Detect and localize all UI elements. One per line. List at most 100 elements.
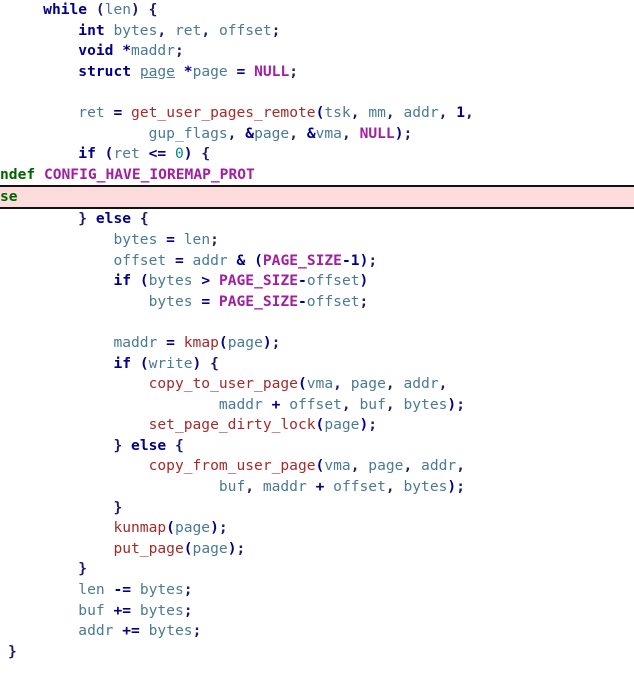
identifier-token: ret: [78, 103, 105, 121]
code-line[interactable]: ndef CONFIG_HAVE_IOREMAP_PROT: [0, 165, 634, 186]
punctuation-token: (: [139, 272, 149, 290]
code-line[interactable]: offset = addr & (PAGE_SIZE-1);: [0, 251, 634, 272]
macro-token: NULL: [359, 124, 395, 142]
operator-token: =: [201, 292, 211, 310]
code-line[interactable]: copy_from_user_page(vma, page, addr,: [0, 456, 634, 477]
identifier-token: maddr: [262, 478, 307, 496]
identifier-token: ret: [174, 21, 202, 39]
code-line[interactable]: put_page(page);: [0, 539, 634, 560]
operator-token: &: [306, 124, 316, 142]
code-line[interactable]: gup_flags, &page, &vma, NULL);: [0, 124, 634, 145]
punctuation-token: {: [174, 436, 184, 454]
punctuation-token: ,: [333, 375, 342, 393]
punctuation-token: ,: [289, 124, 299, 142]
punctuation-token: ,: [350, 103, 360, 121]
code-line[interactable]: } else {: [0, 209, 634, 230]
code-line[interactable]: [0, 312, 634, 333]
code-line[interactable]: addr += bytes;: [0, 621, 634, 642]
identifier-token: buf: [78, 601, 105, 619]
code-line[interactable]: copy_to_user_page(vma, page, addr,: [0, 374, 634, 395]
code-line[interactable]: void *maddr;: [0, 41, 634, 62]
code-line[interactable]: [0, 82, 634, 103]
code-line[interactable]: maddr + offset, buf, bytes);: [0, 395, 634, 416]
punctuation-token: }: [8, 642, 17, 660]
identifier-token: maddr: [218, 395, 263, 413]
identifier-token: ret: [113, 145, 140, 163]
code-line[interactable]: if (ret <= 0) {: [0, 144, 634, 165]
keyword-token: void: [78, 42, 114, 60]
punctuation-token: }: [113, 498, 123, 516]
code-line[interactable]: } else {: [0, 436, 634, 457]
punctuation-token: ,: [201, 21, 211, 39]
punctuation-token: ;: [368, 251, 378, 269]
identifier-token: page: [350, 375, 386, 393]
code-line[interactable]: buf += bytes;: [0, 601, 634, 622]
operator-token: -=: [113, 581, 132, 599]
code-line[interactable]: }: [0, 498, 634, 519]
operator-token: =: [166, 230, 175, 248]
keyword-token: else: [95, 210, 132, 228]
identifier-token: mm: [368, 103, 386, 121]
punctuation-token: ;: [271, 333, 281, 351]
punctuation-token: ,: [456, 457, 465, 475]
code-line-highlighted[interactable]: se: [0, 185, 634, 210]
code-line[interactable]: bytes = len;: [0, 230, 634, 251]
punctuation-token: ;: [192, 622, 202, 640]
code-line[interactable]: if (write) {: [0, 354, 634, 375]
identifier-token: bytes: [148, 272, 193, 290]
code-line[interactable]: kunmap(page);: [0, 518, 634, 539]
punctuation-token: }: [78, 210, 88, 228]
code-line[interactable]: while (len) {: [0, 0, 634, 21]
identifier-token: page: [227, 333, 263, 351]
code-line[interactable]: ret = get_user_pages_remote(tsk, mm, add…: [0, 103, 634, 124]
punctuation-token: }: [113, 436, 123, 454]
punctuation-token: ;: [368, 416, 378, 434]
code-line[interactable]: int bytes, ret, offset;: [0, 21, 634, 42]
punctuation-token: ;: [183, 581, 193, 599]
operator-token: >: [201, 272, 211, 290]
macro-token: PAGE_SIZE: [218, 272, 299, 290]
operator-token: *: [183, 62, 193, 80]
punctuation-token: ): [183, 145, 193, 163]
code-line[interactable]: }: [0, 642, 634, 663]
code-line[interactable]: }: [0, 559, 634, 580]
punctuation-token: ,: [438, 375, 448, 393]
code-line[interactable]: maddr = kmap(page);: [0, 333, 634, 354]
code-line[interactable]: if (bytes > PAGE_SIZE-offset): [0, 271, 634, 292]
code-line[interactable]: bytes = PAGE_SIZE-offset;: [0, 292, 634, 313]
source-code-viewer[interactable]: while (len) { int bytes, ret, offset; vo…: [0, 0, 634, 675]
identifier-token: page: [192, 62, 228, 80]
operator-token: &: [236, 251, 246, 269]
code-line[interactable]: len -= bytes;: [0, 580, 634, 601]
function-name-token: get_user_pages_remote: [131, 103, 316, 121]
code-line[interactable]: struct page *page = NULL;: [0, 62, 634, 83]
punctuation-token: ,: [245, 478, 255, 496]
punctuation-token: {: [139, 210, 149, 228]
code-line[interactable]: buf, maddr + offset, bytes);: [0, 477, 634, 498]
keyword-token: while: [43, 1, 88, 18]
punctuation-token: (: [315, 457, 325, 475]
identifier-token: bytes: [113, 230, 158, 248]
code-line[interactable]: set_page_dirty_lock(page);: [0, 415, 634, 436]
